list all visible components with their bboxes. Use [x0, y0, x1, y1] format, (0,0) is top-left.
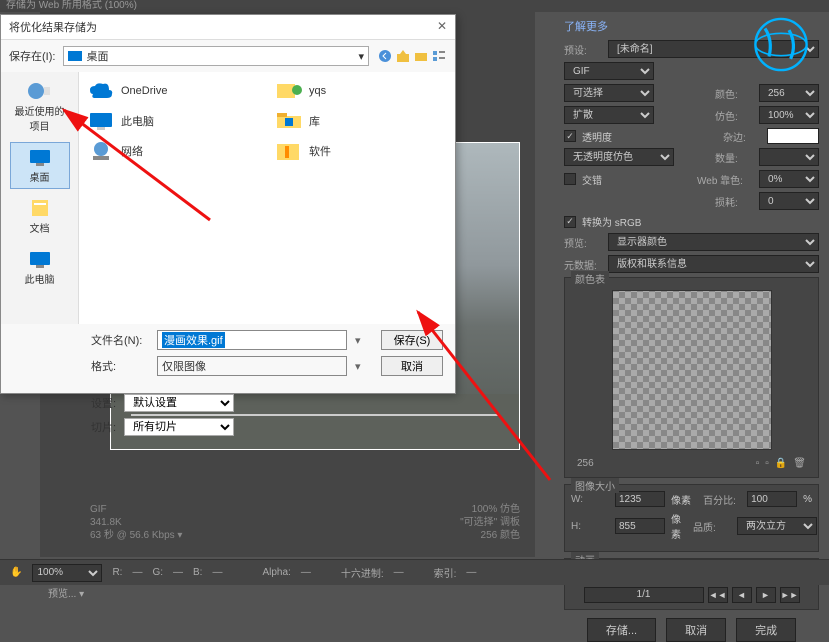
location-select[interactable]: 桌面 ▾ — [63, 46, 369, 66]
sidebar-item-computer[interactable]: 此电脑 — [10, 244, 70, 291]
sidebar-item-recent[interactable]: 最近使用的项目 — [10, 76, 70, 138]
lossy-select[interactable]: 0 — [759, 192, 819, 210]
next-frame-button[interactable]: ► — [756, 587, 776, 603]
percent-input[interactable] — [747, 491, 797, 507]
format-label: 格式: — [91, 358, 149, 374]
canvas-info-right: 100% 仿色 "可选择" 调板 256 颜色 — [460, 503, 520, 542]
dither-select[interactable]: 100% — [759, 106, 819, 124]
hand-tool-icon[interactable]: ✋ — [10, 567, 22, 578]
srgb-checkbox[interactable]: ✓ — [564, 216, 576, 228]
status-bar: ✋ 100% R:— G:— B:— Alpha:— 十六进制:— 索引:— — [0, 559, 829, 585]
file-network[interactable]: 网络 — [87, 140, 259, 162]
up-icon[interactable] — [395, 48, 411, 64]
filename-label: 文件名(N): — [91, 332, 149, 348]
dialog-save-button[interactable]: 保存(S) — [381, 330, 443, 350]
filename-input[interactable]: 漫画效果.gif — [157, 330, 347, 350]
diffusion-select[interactable]: 扩散 — [564, 106, 654, 124]
file-list: OneDrive yqs 此电脑 库 网络 软件 — [79, 72, 455, 324]
reduction-select[interactable]: 可选择 — [564, 84, 654, 102]
file-yqs[interactable]: yqs — [275, 80, 447, 102]
last-frame-button[interactable]: ►► — [780, 587, 800, 603]
cancel-button[interactable]: 取消 — [666, 618, 726, 642]
prev-frame-button[interactable]: ◄ — [732, 587, 752, 603]
save-in-label: 保存在(I): — [9, 48, 55, 64]
window-title: 存储为 Web 所用格式 (100%) — [6, 0, 137, 11]
view-icon[interactable] — [431, 48, 447, 64]
dialog-title: 将优化结果存储为 — [9, 19, 97, 35]
preset-label: 预设: — [564, 42, 602, 57]
new-folder-icon[interactable] — [413, 48, 429, 64]
save-button[interactable]: 存储... — [587, 618, 656, 642]
globe-icon — [741, 12, 821, 77]
height-input[interactable] — [615, 518, 665, 534]
format-select[interactable]: 仅限图像 — [157, 356, 347, 376]
amount-select[interactable] — [759, 148, 819, 166]
back-icon[interactable] — [377, 48, 393, 64]
color-table[interactable] — [612, 290, 772, 450]
ct-icon-3[interactable]: 🔒 — [775, 458, 787, 469]
colors-select[interactable]: 256 — [759, 84, 819, 102]
preview-select[interactable]: 显示器颜色 — [608, 233, 819, 251]
canvas-info-left: GIF 341.8K 63 秒 @ 56.6 Kbps ▾ — [90, 503, 182, 542]
interlaced-checkbox[interactable] — [564, 173, 576, 185]
settings-label: 设置: — [91, 395, 116, 411]
save-dialog: 将优化结果存储为 ✕ 保存在(I): 桌面 ▾ — [0, 14, 456, 394]
dialog-sidebar: 最近使用的项目 桌面 文档 此电脑 — [1, 72, 79, 324]
ct-delete-icon[interactable]: 🗑 — [793, 458, 806, 469]
settings-select[interactable]: 默认设置 — [124, 394, 234, 412]
web-snap-select[interactable]: 0% — [759, 170, 819, 188]
dialog-cancel-button[interactable]: 取消 — [381, 356, 443, 376]
frame-display: 1/1 — [584, 587, 704, 603]
metadata-select[interactable]: 版权和联系信息 — [608, 255, 819, 273]
sidebar-item-desktop[interactable]: 桌面 — [10, 142, 70, 189]
slices-label: 切片: — [91, 419, 116, 435]
file-libraries[interactable]: 库 — [275, 110, 447, 132]
matte-color[interactable] — [767, 128, 819, 144]
right-panel: 了解更多 预设: [未命名] GIF 可选择 颜色: 256 扩散 仿色: 10… — [554, 12, 829, 572]
file-onedrive[interactable]: OneDrive — [87, 80, 259, 102]
desktop-icon — [68, 51, 82, 61]
width-input[interactable] — [615, 491, 665, 507]
first-frame-button[interactable]: ◄◄ — [708, 587, 728, 603]
window-title-bar: 存储为 Web 所用格式 (100%) — [0, 0, 829, 12]
file-software[interactable]: 软件 — [275, 140, 447, 162]
dialog-titlebar: 将优化结果存储为 ✕ — [1, 15, 455, 40]
format-select[interactable]: GIF — [564, 62, 654, 80]
quality-select[interactable]: 两次立方 — [737, 517, 817, 535]
trans-dither-select[interactable]: 无透明度仿色 — [564, 148, 674, 166]
slices-select[interactable]: 所有切片 — [124, 418, 234, 436]
color-table-section: 颜色表 256 ▫ ▫ 🔒 🗑 — [564, 277, 819, 478]
sidebar-item-documents[interactable]: 文档 — [10, 193, 70, 240]
file-this-pc[interactable]: 此电脑 — [87, 110, 259, 132]
image-size-section: 图像大小 W: 像素 百分比: % H: 像素 品质: 两次立方 — [564, 484, 819, 552]
zoom-select[interactable]: 100% — [32, 564, 102, 582]
transparency-checkbox[interactable]: ✓ — [564, 130, 576, 142]
ct-icon-2[interactable]: ▫ — [765, 458, 769, 469]
done-button[interactable]: 完成 — [736, 618, 796, 642]
preview-button[interactable]: 预览... ▾ — [40, 582, 92, 603]
ct-icon-1[interactable]: ▫ — [756, 458, 760, 469]
close-icon[interactable]: ✕ — [437, 19, 447, 35]
